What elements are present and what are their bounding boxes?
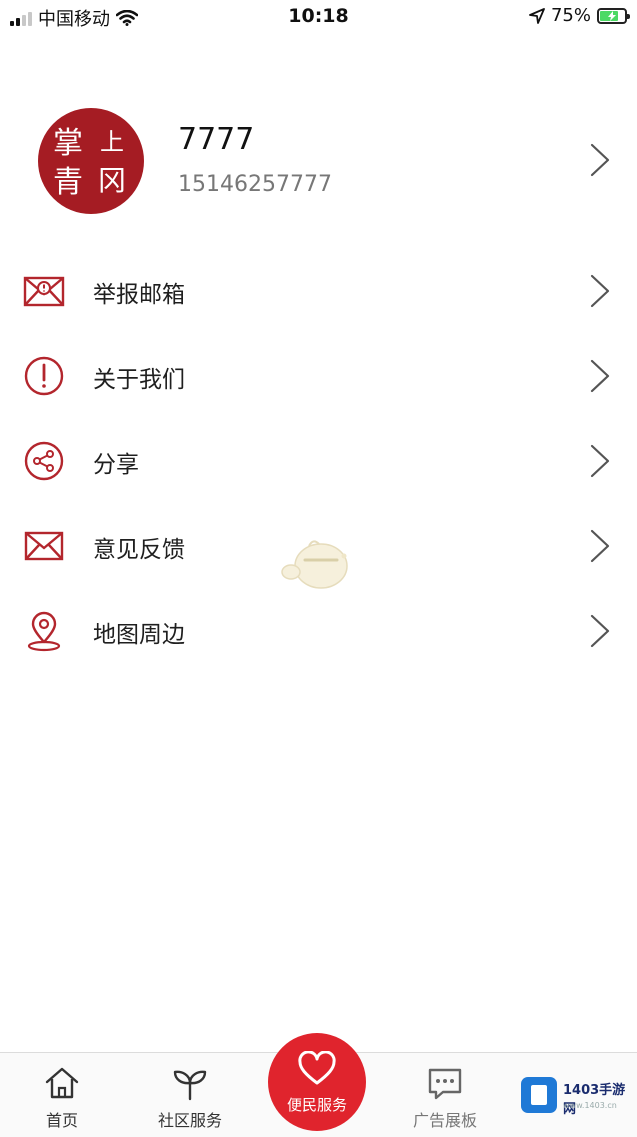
watermark-badge: 1403手游网 www.1403.cn: [511, 1071, 637, 1121]
tab-convenience-service[interactable]: 便民服务: [268, 1033, 366, 1131]
chevron-right-icon: [590, 444, 610, 478]
avatar-char: 上: [100, 128, 124, 156]
menu-item-label: 关于我们: [93, 367, 185, 393]
tab-label: 广告展板: [412, 1111, 477, 1130]
status-bar: 中国移动 10:18 75%: [0, 0, 637, 34]
avatar-char: 掌: [53, 126, 83, 161]
menu-item-map-nearby[interactable]: 地图周边: [0, 588, 637, 673]
menu-item-label: 举报邮箱: [93, 282, 185, 308]
battery-percent: 75%: [550, 5, 591, 26]
watermark-title: 1403手游网: [563, 1083, 626, 1117]
home-icon: [45, 1067, 79, 1099]
sprout-icon: [173, 1070, 207, 1101]
menu-item-share[interactable]: 分享: [0, 418, 637, 503]
menu-item-report-mail[interactable]: 举报邮箱: [0, 248, 637, 333]
tab-home[interactable]: 首页: [7, 1063, 117, 1131]
menu-item-about-us[interactable]: 关于我们: [0, 333, 637, 418]
profile-phone: 15146257777: [178, 172, 332, 197]
avatar-char: 青: [53, 165, 83, 200]
menu-item-label: 地图周边: [93, 622, 185, 648]
chevron-right-icon: [590, 359, 610, 393]
heart-icon: [298, 1051, 336, 1085]
status-right: 75%: [529, 5, 630, 26]
settings-menu: 举报邮箱 关于我们 分享 意见反馈 地图周边: [0, 248, 637, 673]
tab-ad-board[interactable]: 广告展板: [390, 1063, 500, 1131]
chevron-right-icon: [590, 143, 610, 177]
location-arrow-icon: [529, 7, 545, 24]
watermark-logo-icon: [521, 1077, 557, 1113]
chevron-right-icon: [590, 614, 610, 648]
chat-bubble-icon: [428, 1068, 462, 1100]
tab-label: 首页: [45, 1111, 78, 1130]
tab-label: 社区服务: [157, 1111, 222, 1130]
info-exclamation-icon: [24, 356, 64, 396]
menu-item-label: 分享: [93, 452, 139, 478]
map-pin-icon: [27, 611, 61, 652]
share-icon: [24, 441, 64, 481]
loading-mascot-icon: [281, 540, 348, 589]
avatar: 掌 上 青 冈: [38, 108, 144, 214]
tab-label: 便民服务: [286, 1096, 347, 1114]
profile-row[interactable]: 掌 上 青 冈 7777 15146257777: [0, 100, 637, 220]
bottom-tab-bar: 首页 社区服务 便民服务 广告展板 1403手游网 www.1403.cn: [0, 1033, 637, 1137]
feedback-mail-icon: [24, 531, 64, 561]
watermark-subtitle: www.1403.cn: [563, 1101, 617, 1110]
profile-name: 7777: [178, 122, 255, 157]
menu-item-label: 意见反馈: [93, 537, 185, 563]
report-mail-icon: [23, 276, 65, 307]
chevron-right-icon: [590, 274, 610, 308]
chevron-right-icon: [590, 529, 610, 563]
battery-charging-icon: [597, 7, 630, 24]
avatar-char: 冈: [98, 164, 126, 197]
tab-community-service[interactable]: 社区服务: [135, 1063, 245, 1131]
